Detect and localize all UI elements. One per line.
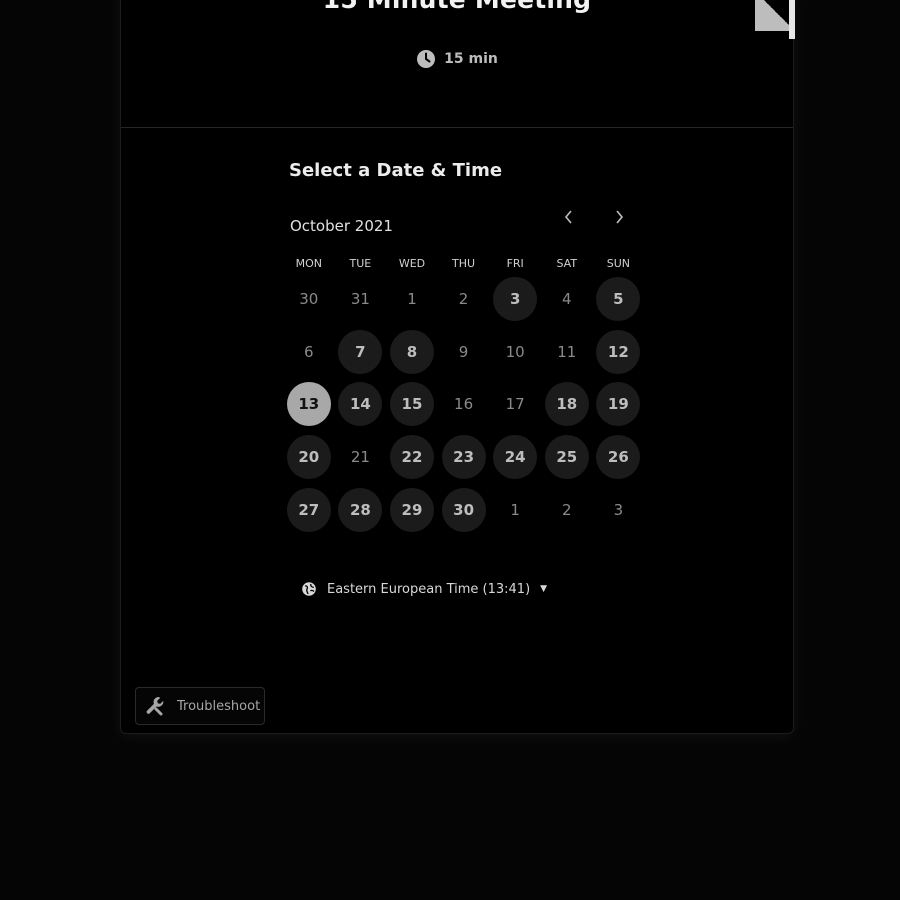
calendar-day-available[interactable]: 20 [286, 435, 331, 480]
select-date-heading: Select a Date & Time [289, 160, 503, 181]
weekday-mon: MON [295, 257, 322, 270]
duration-label: 15 min [444, 51, 498, 67]
calendar-week-row: 20 21 22 23 24 25 26 [283, 431, 645, 484]
calendar-weeks: 30 31 1 2 3 4 5 6 7 8 9 10 11 12 13 14 15 16 17 18 19 20 21 22 2… [283, 273, 645, 536]
calendar-day-available[interactable]: 25 [544, 435, 589, 480]
scheduling-card: 15 Minute Meeting 15 min Select a Date &… [120, 0, 795, 734]
calendar-week-row: 30 31 1 2 3 4 5 [283, 273, 645, 326]
calendar-day-available[interactable]: 8 [389, 329, 434, 374]
month-label: October 2021 [290, 217, 393, 235]
calendar-day: 16 [454, 395, 474, 414]
calendar-day-available[interactable]: 26 [596, 435, 641, 480]
calendar-day-available[interactable]: 22 [389, 435, 434, 480]
calendar-day-available[interactable]: 14 [338, 382, 383, 427]
calendar-day-selected[interactable]: 13 [286, 382, 331, 427]
calendar-day-available[interactable]: 12 [596, 329, 641, 374]
header-divider [121, 127, 793, 128]
weekday-sun: SUN [606, 257, 630, 270]
calendar-day: 2 [458, 290, 469, 309]
calendar-day-available[interactable]: 3 [493, 277, 538, 322]
calendar-day: 1 [510, 500, 520, 519]
calendar-day: 10 [505, 342, 525, 361]
troubleshoot-button[interactable]: Troubleshoot [135, 687, 265, 725]
calendar-day-available[interactable]: 15 [389, 382, 434, 427]
weekday-tue: TUE [349, 257, 372, 270]
weekday-thu: THU [452, 257, 476, 270]
timezone-selector[interactable]: Eastern European Time (13:41) ▼ [301, 581, 547, 597]
weekday-fri: FRI [506, 257, 524, 270]
calendar-day-available[interactable]: 27 [286, 487, 331, 532]
chevron-right-icon [616, 210, 624, 224]
calendar-day: 21 [350, 448, 370, 467]
calendar-day-available[interactable]: 5 [596, 277, 641, 322]
calendar-day-available[interactable]: 18 [544, 382, 589, 427]
calendar-day-available[interactable]: 23 [441, 435, 486, 480]
calendar-day: 3 [613, 500, 624, 519]
calendar-day-available[interactable]: 19 [596, 382, 641, 427]
weekday-wed: WED [398, 257, 426, 270]
caret-down-icon: ▼ [540, 584, 548, 594]
calendar-day-available[interactable]: 24 [493, 435, 538, 480]
calendar-day-available[interactable]: 29 [389, 487, 434, 532]
calendar-day: 17 [505, 395, 525, 414]
calendar-grid: MON TUE WED THU FRI SAT SUN 30 31 1 2 3 4 5 6 7 8 9 10 11 1… [283, 257, 645, 536]
weekday-sat: SAT [556, 257, 578, 270]
wrench-icon [144, 694, 168, 718]
calendar-week-row: 27 28 29 30 1 2 3 [283, 483, 645, 536]
chevron-left-icon [564, 210, 572, 224]
event-duration: 15 min [121, 49, 793, 69]
event-title: 15 Minute Meeting [121, 0, 793, 14]
clock-icon [416, 49, 436, 69]
next-month-button[interactable] [607, 205, 631, 229]
calendar-day-available[interactable]: 28 [338, 487, 383, 532]
calendar-day-available[interactable]: 7 [338, 329, 383, 374]
troubleshoot-label: Troubleshoot [177, 698, 261, 714]
calendar-day: 9 [458, 342, 469, 361]
weekday-header-row: MON TUE WED THU FRI SAT SUN [283, 257, 645, 273]
calendar-day: 6 [304, 342, 314, 361]
calendar-day: 31 [350, 290, 370, 309]
previous-month-button[interactable] [557, 205, 581, 229]
calendar-day: 11 [557, 342, 577, 361]
calendar-day: 30 [299, 290, 319, 309]
globe-icon [301, 581, 317, 597]
calendar-day: 1 [407, 290, 417, 309]
calendar-week-row: 6 7 8 9 10 11 12 [283, 326, 645, 379]
calendar-day-available[interactable]: 30 [441, 487, 486, 532]
calendar-day: 2 [561, 500, 572, 519]
timezone-label: Eastern European Time (13:41) [327, 581, 531, 597]
calendar-day: 4 [561, 290, 572, 309]
calendar-week-row: 13 14 15 16 17 18 19 [283, 378, 645, 431]
